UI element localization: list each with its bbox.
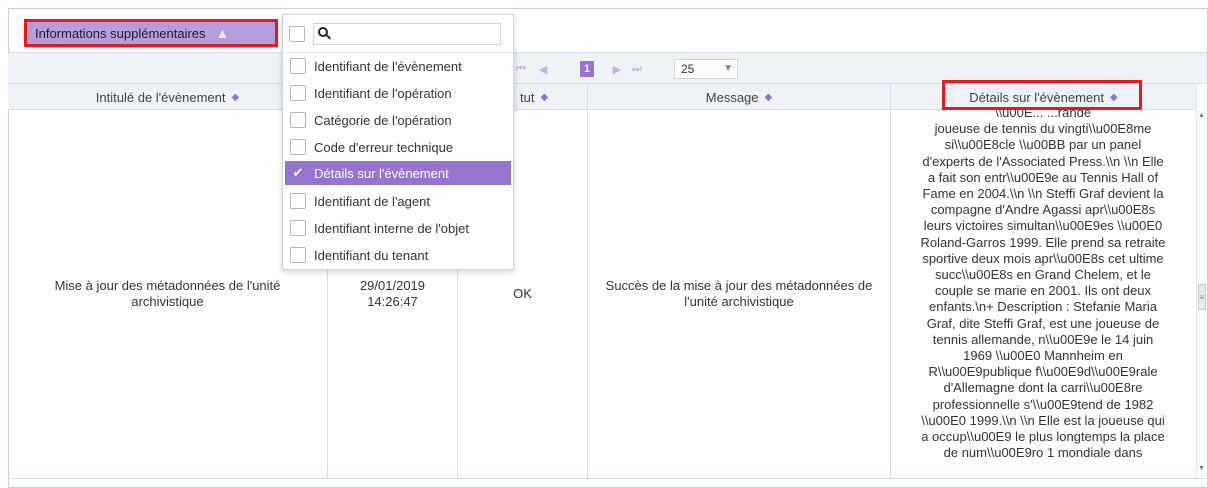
scroll-up-icon[interactable]: ▲ [1198,112,1205,119]
option-label: Identifiant de l'évènement [314,58,462,74]
additional-info-label: Informations supplémentaires [35,25,206,41]
column-header-label: tut [520,89,535,105]
next-page-icon[interactable]: ▶ [610,62,624,76]
column-option-event-details[interactable]: ✔ Détails sur l'évènement [285,161,511,185]
checkbox[interactable] [290,112,306,128]
column-option-error-code[interactable]: Code d'erreur technique [285,135,511,159]
prev-page-icon[interactable]: ◀ [536,62,550,76]
caret-down-icon: ▼ [723,63,733,74]
first-page-icon[interactable]: ⏮ [514,62,528,76]
vertical-scrollbar[interactable]: ▲ ≡ ▼ [1196,84,1207,478]
option-label: Identifiant de l'opération [314,85,452,101]
cell-date-text: 29/01/2019 14:26:47 [359,278,426,309]
details-header-highlight [942,80,1142,110]
cell-details: \\u00E... ...rande joueuse de tennis du … [920,110,1166,461]
checkbox[interactable] [290,220,306,236]
table-body: Mise à jour des métadonnées de l'unité a… [8,110,1196,478]
columns-search-input[interactable] [313,23,501,45]
checkbox[interactable] [290,139,306,155]
columns-dropdown: Identifiant de l'évènement Identifiant d… [282,14,514,270]
column-option-operation-category[interactable]: Catégorie de l'opération [285,108,511,132]
rows-per-page-select[interactable]: 25 ▼ [674,59,738,79]
column-option-object-internal-id[interactable]: Identifiant interne de l'objet [285,216,511,240]
cell-intitule: Mise à jour des métadonnées de l'unité a… [8,110,328,478]
scroll-down-icon[interactable]: ▼ [1198,465,1205,472]
additional-info-toggle-button[interactable]: Informations supplémentaires ▲ [24,19,278,47]
option-label: Détails sur l'évènement [314,165,449,181]
chevron-up-icon: ▲ [215,25,230,41]
sort-icon: ◆ [231,91,240,103]
select-all-checkbox[interactable] [289,26,305,42]
page-button-current[interactable]: 1 [580,61,594,77]
sort-icon: ◆ [540,91,549,103]
rows-per-page-value: 25 [681,62,695,76]
option-label: Catégorie de l'opération [314,112,452,128]
cell-statut-text: OK [513,286,532,301]
column-header-label: Intitulé de l'évènement [95,89,226,105]
column-header-label: Message [705,89,759,105]
option-label: Code d'erreur technique [314,139,454,155]
checkbox[interactable] [290,58,306,74]
column-option-tenant-id[interactable]: Identifiant du tenant [285,243,511,267]
scroll-thumb[interactable]: ≡ [1198,284,1206,310]
columns-dropdown-header [283,15,513,53]
cell-intitule-text: Mise à jour des métadonnées de l'unité a… [54,278,281,309]
search-icon [318,27,332,41]
checkbox[interactable] [290,193,306,209]
column-header-intitule[interactable]: Intitulé de l'évènement ◆ [8,84,328,110]
divider [8,478,1208,479]
checkbox[interactable] [290,85,306,101]
check-icon[interactable]: ✔ [290,165,306,181]
option-label: Identifiant interne de l'objet [314,220,469,236]
cell-message-text: Succès de la mise à jour des métadonnées… [605,278,873,309]
option-label: Identifiant du tenant [314,247,429,263]
column-option-agent-id[interactable]: Identifiant de l'agent [285,189,511,213]
last-page-icon[interactable]: ⏭ [630,62,644,76]
sort-icon: ◆ [764,91,773,103]
column-header-message[interactable]: Message ◆ [588,84,891,110]
column-option-operation-id[interactable]: Identifiant de l'opération [285,81,511,105]
column-option-event-id[interactable]: Identifiant de l'évènement [285,54,511,78]
checkbox[interactable] [290,247,306,263]
option-label: Identifiant de l'agent [314,193,430,209]
cell-message: Succès de la mise à jour des métadonnées… [588,110,891,478]
